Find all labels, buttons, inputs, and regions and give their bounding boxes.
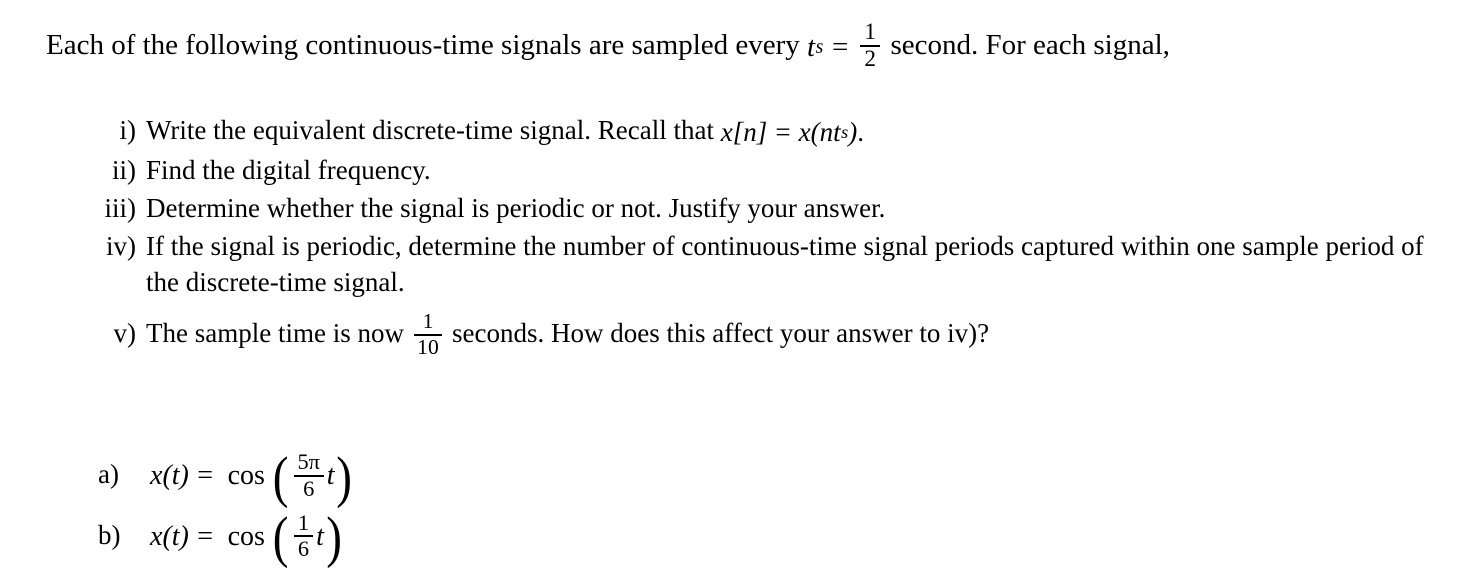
instruction-marker-iii: iii) — [104, 192, 137, 223]
paren-close: ) — [848, 117, 858, 148]
signal-b-cos-operator: cos — [227, 521, 265, 553]
signal-a-paren-close: ) — [336, 445, 353, 509]
signal-a-frequency-fraction: 5π 6 — [293, 449, 324, 501]
fraction-numerator: 1 — [422, 309, 434, 334]
signal-b-frequency-fraction: 1 6 — [293, 509, 313, 562]
instruction-text-i: Write the equivalent discrete-time signa… — [146, 115, 714, 145]
instruction-body-ii: Find the digital frequency. — [146, 155, 431, 186]
instruction-marker-v: v) — [113, 317, 137, 348]
signal-b-lhs-paren-close: ) — [179, 521, 189, 553]
fraction-numerator: 1 — [864, 19, 876, 46]
signal-equation-a: x(t) = cos ( 5π 6 t ) — [150, 445, 354, 509]
recall-period: . — [857, 117, 865, 148]
instruction-body-iv: If the signal is periodic, determine the… — [146, 230, 1424, 298]
signal-marker-a: a) — [98, 458, 119, 489]
instruction-item-ii: ii) Find the digital frequency. — [90, 152, 1460, 189]
fraction-denominator: 10 — [417, 334, 439, 359]
signal-a-equals-sign: = — [197, 460, 214, 492]
instruction-item-iv: iv) If the signal is periodic, determine… — [90, 228, 1460, 301]
signal-b-paren-open: ( — [272, 506, 289, 570]
instruction-list: i) Write the equivalent discrete-time si… — [90, 112, 1460, 360]
instruction-marker-i: i) — [119, 115, 137, 145]
fraction-denominator: 6 — [303, 475, 315, 501]
signal-item-b: b) x(t) = cos ( 1 6 t ) — [98, 506, 354, 570]
signal-a-function: x — [150, 460, 163, 492]
instruction-item-v: v) The sample time is now 1 10 seconds. … — [90, 309, 1460, 359]
signal-b-expression: x(t) = cos ( 1 6 t ) — [150, 506, 344, 570]
instruction-text-v-before: The sample time is now — [146, 317, 404, 348]
bracket-close: ] — [756, 117, 768, 148]
instruction-body-iii: Determine whether the signal is periodic… — [146, 192, 886, 223]
intro-text-after: second. For each signal, — [890, 28, 1170, 61]
recall-equation: x[n] = x(n t s). — [721, 114, 864, 151]
signal-a-paren-open: ( — [272, 445, 289, 509]
intro-sample-time-equation: ts = 1 2 — [807, 19, 883, 73]
signal-b-lhs-variable: t — [171, 521, 180, 553]
fraction-numerator: 1 — [297, 509, 310, 535]
bracket-open: [ — [732, 117, 744, 148]
instruction-body-i: Write the equivalent discrete-time signa… — [146, 112, 1460, 151]
signal-a-lhs-paren-close: ) — [179, 460, 189, 492]
fraction-denominator: 6 — [297, 536, 310, 562]
one-half-fraction: 1 2 — [860, 19, 880, 73]
recall-equals-sign: = — [775, 117, 791, 148]
instruction-marker-ii: ii) — [112, 155, 136, 186]
signal-a-lhs-variable: t — [171, 460, 180, 492]
instruction-marker-iv: iv) — [106, 230, 136, 261]
signal-marker-b: b) — [98, 519, 121, 550]
one-tenth-fraction: 1 10 — [413, 309, 443, 359]
n-multiplier: n — [819, 117, 834, 148]
n-index: n — [743, 117, 757, 148]
sample-time-subscript: s — [815, 35, 824, 58]
fraction-denominator: 2 — [864, 46, 876, 73]
signal-equation-list: a) x(t) = cos ( 5π 6 t ) b) x (t) = co… — [98, 445, 354, 574]
signal-a-argument-variable: t — [326, 460, 335, 492]
instruction-body-v: The sample time is now 1 10 seconds. How… — [146, 309, 1460, 359]
signal-a-expression: x(t) = cos ( 5π 6 t ) — [150, 445, 354, 509]
fraction-numerator: 5π — [297, 449, 320, 475]
instruction-item-iii: iii) Determine whether the signal is per… — [90, 190, 1460, 227]
signal-b-argument-variable: t — [316, 521, 324, 553]
instruction-text-v-after: seconds. How does this affect your answe… — [451, 317, 990, 348]
signal-b-paren-close: ) — [326, 506, 342, 570]
intro-paragraph: Each of the following continuous-time si… — [46, 19, 1170, 73]
intro-equals-sign: = — [831, 31, 849, 64]
signal-b-equals-sign: = — [197, 521, 214, 553]
signal-b-lhs-paren-open: ( — [162, 521, 172, 553]
signal-a-lhs-paren-open: ( — [162, 460, 172, 492]
paren-open: ( — [810, 117, 820, 148]
signal-item-a: a) x(t) = cos ( 5π 6 t ) — [98, 445, 354, 509]
x-function-discrete: x — [720, 117, 733, 148]
document-page: Each of the following continuous-time si… — [0, 0, 1460, 588]
x-function-continuous: x — [798, 117, 811, 148]
sample-time-symbol: t — [807, 31, 816, 64]
signal-a-cos-operator: cos — [227, 460, 265, 492]
signal-b-function: x — [150, 521, 163, 553]
instruction-item-i: i) Write the equivalent discrete-time si… — [90, 112, 1460, 151]
t-symbol: t — [833, 117, 841, 148]
signal-equation-b: x(t) = cos ( 1 6 t ) — [150, 506, 354, 570]
intro-text-before: Each of the following continuous-time si… — [46, 28, 800, 61]
